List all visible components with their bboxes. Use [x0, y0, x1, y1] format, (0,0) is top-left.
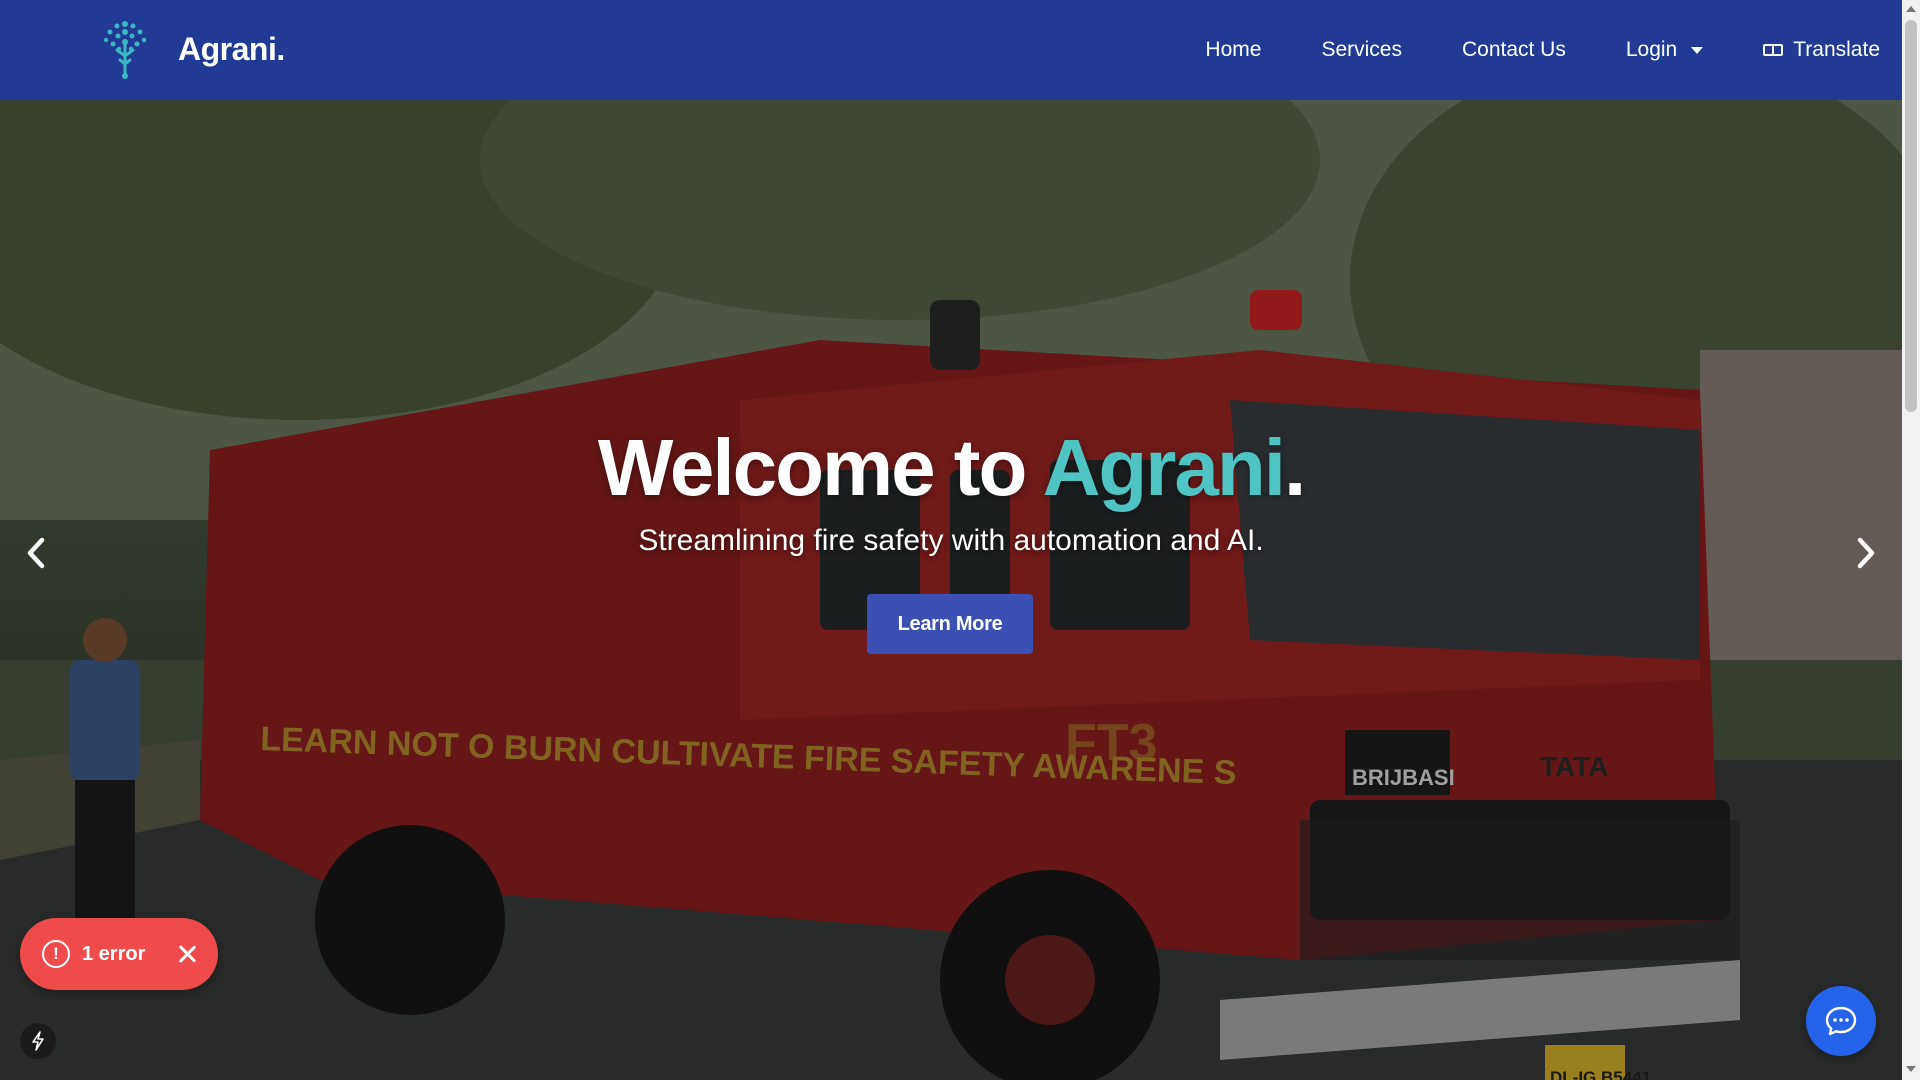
brand-name: Agrani.: [178, 30, 285, 67]
dev-tools-button[interactable]: [20, 1023, 56, 1059]
nav-services-label: Services: [1321, 38, 1402, 61]
chat-widget-button[interactable]: [1806, 986, 1876, 1056]
nav-home[interactable]: Home: [1205, 38, 1261, 62]
hero-overlay: [0, 100, 1902, 1080]
nav-login-dropdown[interactable]: Login: [1625, 38, 1704, 62]
alert-circle-icon: !: [42, 940, 70, 968]
top-navbar: Agrani. Home Services Contact Us Login T…: [0, 0, 1902, 100]
scroll-up-arrow-icon[interactable]: [1906, 6, 1916, 12]
nav-login-label: Login: [1625, 38, 1678, 61]
carousel-next-button[interactable]: [1846, 528, 1886, 578]
hero-title-prefix: Welcome to: [597, 423, 1043, 512]
nav-contact-label: Contact Us: [1461, 38, 1566, 61]
scrollbar-thumb[interactable]: [1905, 20, 1917, 412]
lightning-icon: [32, 1031, 44, 1051]
nav-contact-us[interactable]: Contact Us: [1462, 38, 1566, 62]
chevron-right-icon: [1857, 537, 1875, 569]
nav-services[interactable]: Services: [1321, 38, 1402, 62]
nav-translate[interactable]: Translate: [1763, 38, 1880, 62]
brand-link[interactable]: Agrani.: [98, 18, 285, 80]
error-indicator[interactable]: ! 1 error: [20, 918, 218, 990]
scroll-down-arrow-icon[interactable]: [1906, 1066, 1916, 1072]
chat-bubble-icon: [1825, 1006, 1857, 1036]
hero-subtitle: Streamlining fire safety with automation…: [638, 524, 1264, 557]
learn-more-button[interactable]: Learn More: [867, 594, 1033, 654]
carousel-prev-button[interactable]: [16, 528, 56, 578]
close-icon[interactable]: [175, 942, 199, 966]
page-scrollbar[interactable]: [1902, 0, 1920, 1080]
hero-title-accent: Agrani: [1042, 423, 1286, 512]
nav-home-label: Home: [1205, 38, 1262, 61]
main-nav: Home Services Contact Us Login Translate: [1205, 0, 1902, 100]
caret-down-icon: [1691, 46, 1704, 54]
error-count: 1 error: [82, 942, 146, 965]
nav-translate-label: Translate: [1793, 38, 1880, 61]
hero-title-suffix: .: [1283, 423, 1306, 512]
chevron-left-icon: [27, 537, 45, 569]
hero-title: Welcome to Agrani.: [0, 422, 1902, 514]
brand-logo-icon: [103, 21, 147, 79]
translate-icon: [1763, 44, 1784, 56]
hero-carousel: LEARN NOT O BURN CULTIVATE FIRE SAFETY A…: [0, 100, 1902, 1080]
